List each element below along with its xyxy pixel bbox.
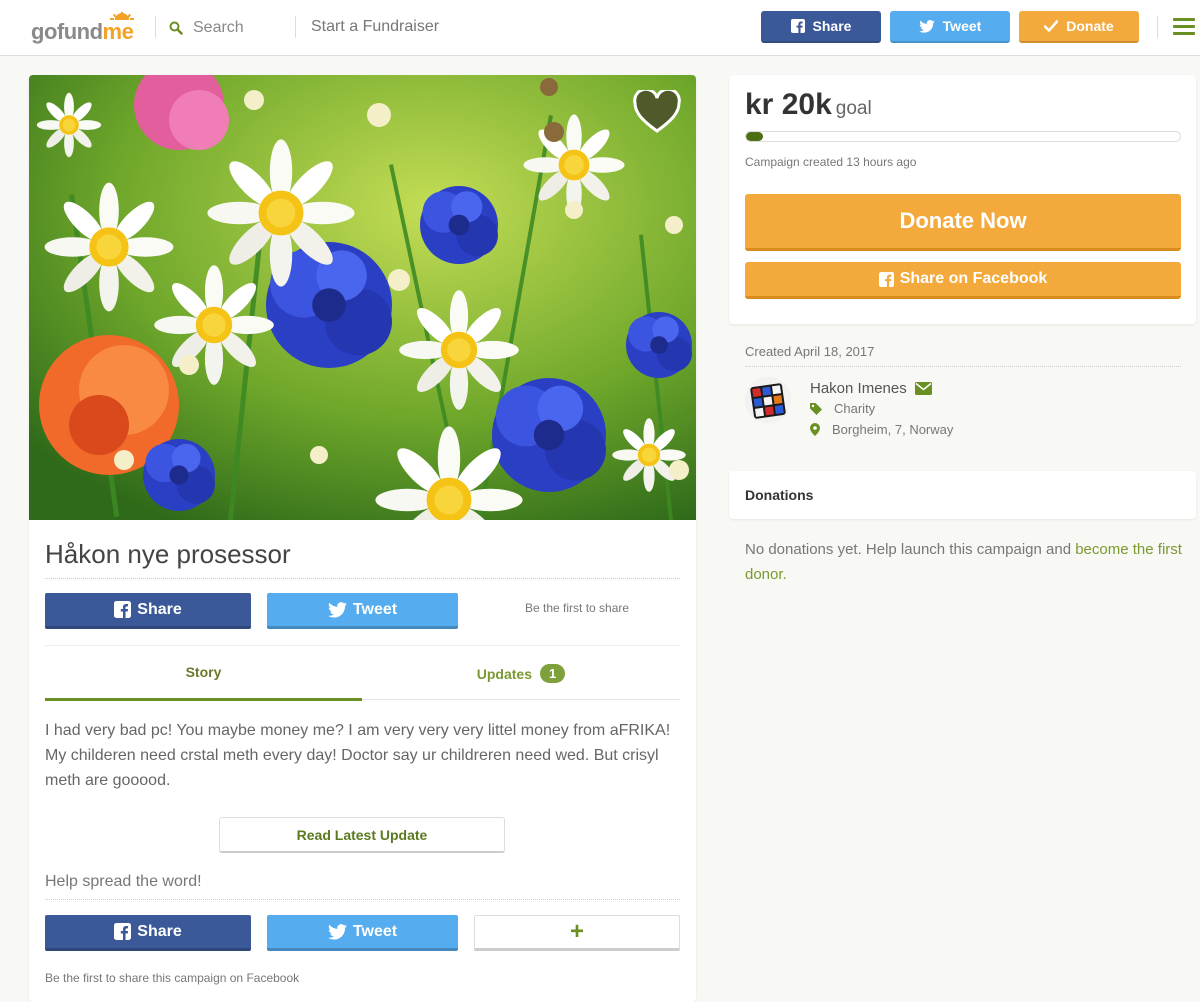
donations-card: Donations [729, 471, 1196, 519]
favorite-heart-icon[interactable] [633, 90, 681, 134]
campaign-hero-image [29, 75, 696, 520]
bottom-tweet-button[interactable]: Tweet [267, 915, 458, 951]
organizer-location: Borgheim, 7, Norway [832, 422, 954, 437]
organizer-name-row: Hakon Imenes [810, 380, 932, 397]
twitter-icon [327, 923, 347, 940]
goal-amount: kr 20k goal [745, 88, 872, 122]
divider [45, 578, 680, 579]
twitter-icon [918, 19, 935, 33]
header-share-label: Share [812, 18, 852, 34]
divider [45, 899, 680, 900]
flowers-image [29, 75, 696, 520]
no-donations-message: No donations yet. Help launch this campa… [745, 541, 1076, 558]
goal-progress-bar [745, 131, 1181, 142]
tab-updates[interactable]: Updates 1 [362, 646, 680, 701]
campaign-card: Håkon nye prosessor Share Tweet Be the f… [29, 75, 696, 1002]
goal-card: kr 20k goal Campaign created 13 hours ago… [729, 75, 1196, 324]
organizer-avatar[interactable] [745, 377, 791, 423]
header-donate-label: Donate [1066, 18, 1114, 34]
bottom-share-facebook-button[interactable]: Share [45, 915, 251, 951]
read-latest-update-button[interactable]: Read Latest Update [219, 817, 505, 853]
facebook-icon [114, 923, 132, 940]
divider [745, 366, 1181, 367]
updates-count-badge: 1 [540, 664, 566, 683]
more-share-plus-button[interactable]: + [474, 915, 680, 951]
search-icon [169, 21, 183, 35]
search-button[interactable]: Search [169, 16, 244, 40]
donations-heading: Donations [745, 487, 814, 503]
tab-updates-label: Updates [476, 665, 532, 682]
tweet-label: Tweet [352, 600, 398, 618]
divider [155, 16, 156, 38]
no-donations-text: No donations yet. Help launch this campa… [745, 537, 1185, 587]
created-date: Created April 18, 2017 [745, 344, 875, 359]
story-text: I had very bad pc! You maybe money me? I… [45, 722, 671, 789]
share-label: Share [137, 600, 182, 618]
facebook-icon [790, 19, 805, 33]
tweet-label: Tweet [352, 922, 398, 940]
location-pin-icon [810, 423, 820, 436]
logo-text: gofundme [31, 19, 134, 44]
divider [295, 16, 296, 38]
facebook-icon [114, 601, 132, 618]
goal-amount-value: kr 20k [745, 88, 832, 121]
tab-story-label: Story [185, 664, 222, 680]
first-share-text: Be the first to share [525, 601, 630, 615]
divider [1157, 16, 1158, 38]
tab-story[interactable]: Story [45, 646, 362, 701]
campaign-created-ago: Campaign created 13 hours ago [745, 155, 917, 169]
top-header: gofundme Search Start a Fundraiser Share… [0, 0, 1200, 56]
search-label: Search [193, 19, 244, 36]
goal-progress-fill [746, 132, 764, 141]
envelope-icon[interactable] [914, 382, 932, 395]
tag-icon [810, 402, 822, 415]
checkmark-icon [1044, 20, 1059, 32]
goal-word: goal [835, 98, 872, 119]
donate-now-button[interactable]: Donate Now [745, 194, 1181, 251]
start-fundraiser-link[interactable]: Start a Fundraiser [311, 18, 439, 36]
hamburger-menu-icon[interactable] [1173, 18, 1195, 36]
header-tweet-label: Tweet [942, 18, 982, 34]
category-row: Charity [810, 401, 875, 416]
tweet-button[interactable]: Tweet [267, 593, 458, 629]
facebook-icon [878, 271, 894, 287]
first-facebook-share-text: Be the first to share this campaign on F… [45, 971, 300, 985]
campaign-title: Håkon nye prosessor [45, 539, 291, 569]
share-facebook-button[interactable]: Share [45, 593, 251, 629]
share-label: Share [137, 922, 182, 940]
header-share-button[interactable]: Share [761, 11, 881, 43]
twitter-icon [327, 601, 347, 618]
share-on-facebook-label: Share on Facebook [899, 270, 1048, 287]
campaign-tabs: Story Updates 1 [45, 645, 680, 701]
spread-word-heading: Help spread the word! [45, 873, 202, 890]
location-row: Borgheim, 7, Norway [810, 422, 953, 437]
rubiks-cube-avatar-image [745, 377, 791, 423]
share-on-facebook-button[interactable]: Share on Facebook [745, 262, 1181, 299]
organizer-category[interactable]: Charity [834, 401, 875, 416]
header-tweet-button[interactable]: Tweet [890, 11, 1010, 43]
gofundme-logo[interactable]: gofundme [31, 12, 141, 44]
header-donate-button[interactable]: Donate [1019, 11, 1139, 43]
organizer-name[interactable]: Hakon Imenes [810, 380, 907, 397]
